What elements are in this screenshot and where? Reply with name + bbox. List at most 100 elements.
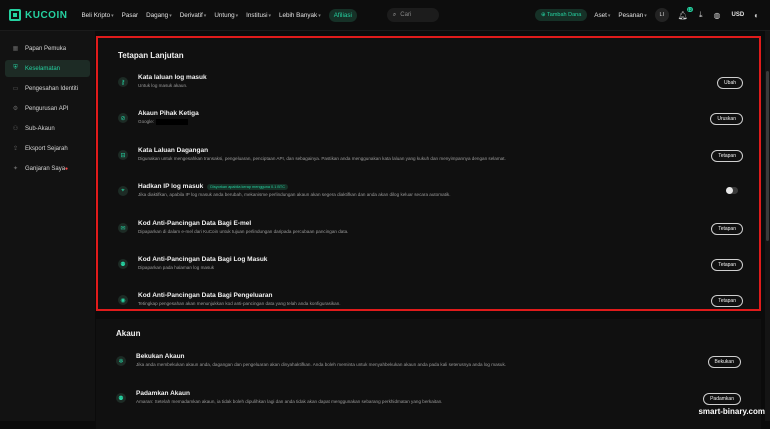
row-title: Kod Anti-Pancingan Data Bagi Log Masuk: [138, 256, 268, 263]
row-desc: Tetingkap pengesahan akan menunjukkan ko…: [138, 301, 341, 306]
account-section: Akaun ❄ Bekukan Akaun Jika anda membekuk…: [96, 319, 761, 429]
settings-row-antiphish-withdraw: ◉ Kod Anti-Pancingan Data Bagi Pengeluar…: [118, 292, 748, 320]
search-icon: ⌕: [392, 11, 397, 18]
row-desc: Dipaparkan di dalam e-mel dari KuCoin un…: [138, 229, 349, 234]
chevron-down-icon: ▾: [203, 12, 207, 19]
chevron-down-icon: ▾: [607, 12, 611, 19]
row-desc: Jika anda membekukan akaun anda, daganga…: [136, 362, 507, 367]
brand-name: KUCOIN: [25, 9, 68, 21]
row-desc: Dipaparkan pada halaman log masuk: [138, 265, 215, 270]
row-desc: Untuk log masuk akaun.: [138, 83, 188, 88]
withdraw-icon: ◉: [118, 295, 128, 305]
scrollbar-thumb[interactable]: [766, 71, 769, 241]
nav-beli-kripto[interactable]: Beli Kripto▾: [81, 12, 113, 19]
row-title: Kata Laluan Dagangan: [138, 147, 209, 154]
download-icon[interactable]: ⤓: [699, 10, 703, 20]
avatar[interactable]: LI: [654, 8, 669, 22]
ip-restrict-toggle[interactable]: [726, 187, 738, 194]
settings-row-freeze: ❄ Bekukan Akaun Jika anda membekukan aka…: [116, 353, 746, 381]
globe-icon[interactable]: ◍: [714, 11, 721, 20]
key-icon: ⚷: [118, 77, 128, 87]
theme-toggle-icon[interactable]: ◐: [754, 11, 759, 20]
sidebar-item-keselamatan[interactable]: ⛨ Keselamatan: [5, 60, 90, 77]
top-navigation: KUCOIN Beli Kripto▾ Pasar Dagang▾ Deriva…: [0, 0, 770, 31]
login-icon: ⚉: [118, 259, 128, 269]
export-icon: ⇪: [12, 146, 19, 152]
sidebar: ▦ Papan Pemuka ⛨ Keselamatan ▭ Pengesaha…: [0, 31, 95, 421]
notification-badge: 12: [686, 6, 693, 12]
users-icon: ⚇: [12, 126, 19, 132]
row-title: Kod Anti-Pancingan Data Bagi Pengeluaran: [138, 292, 273, 299]
nav-aset[interactable]: Aset▾: [594, 12, 610, 19]
padamkan-button[interactable]: Padamkan: [703, 393, 741, 405]
row-title: Kod Anti-Pancingan Data Bagi E-mel: [138, 220, 252, 227]
sidebar-item-pengurusan-api[interactable]: ⚙ Pengurusan API: [5, 100, 90, 117]
bekukan-button[interactable]: Bekukan: [707, 356, 741, 368]
settings-row-trading-password: ⊟ Kata Laluan Dagangan Digunakan untuk m…: [118, 147, 748, 175]
search-input[interactable]: ⌕ Cari: [386, 8, 439, 22]
chevron-down-icon: ▾: [169, 12, 172, 19]
main-content: Tetapan Lanjutan ⚷ Kata laluan log masuk…: [96, 31, 770, 429]
chevron-down-icon: ▾: [644, 12, 647, 19]
settings-row-antiphish-login: ⚉ Kod Anti-Pancingan Data Bagi Log Masuk…: [118, 256, 748, 284]
row-title: Hadkan IP log masuk Disyorkan apabila ker…: [138, 183, 288, 190]
nav-pasar[interactable]: Pasar: [122, 12, 138, 19]
lock-icon: ⊟: [118, 150, 128, 160]
tetapan-button[interactable]: Tetapan: [711, 295, 743, 307]
section-title: Akaun: [116, 329, 141, 338]
row-desc: Digunakan untuk mengesahkan transaksi, p…: [138, 156, 506, 161]
section-title: Tetapan Lanjutan: [118, 51, 184, 60]
row-desc: Google:: [138, 119, 189, 125]
dashboard-icon: ▦: [12, 46, 19, 52]
tetapan-button[interactable]: Tetapan: [711, 150, 743, 162]
recommended-tag: Disyorkan apabila kerap mengguna 0.1 BTC: [207, 184, 288, 190]
deposit-button[interactable]: ⊕ Tambah Dana: [535, 9, 588, 21]
uruskan-button[interactable]: Uruskan: [710, 113, 743, 125]
settings-row-delete: ⚉ Padamkan Akaun Amaran: Setelah memadam…: [116, 390, 746, 418]
link-icon: ⊘: [118, 113, 128, 123]
settings-row-antiphish-email: ✉ Kod Anti-Pancingan Data Bagi E-mel Dip…: [118, 220, 748, 248]
id-icon: ▭: [12, 86, 19, 92]
scrollbar[interactable]: [765, 31, 770, 421]
chevron-down-icon: ▾: [268, 12, 272, 19]
chevron-down-icon: ▾: [235, 12, 239, 19]
sidebar-item-pengesahan-identiti[interactable]: ▭ Pengesahan Identiti: [5, 80, 90, 97]
mail-icon: ✉: [118, 223, 128, 233]
row-desc: Jika diaktifkan, apabila IP log masuk an…: [138, 192, 451, 197]
sidebar-item-ganjaran-saya[interactable]: ✦ Ganjaran Saya ●: [5, 160, 90, 177]
ubah-button[interactable]: Ubah: [717, 77, 743, 89]
sidebar-item-papan-pemuka[interactable]: ▦ Papan Pemuka: [5, 40, 90, 57]
gift-icon: ✦: [12, 166, 19, 172]
settings-row-login-password: ⚷ Kata laluan log masuk Untuk log masuk …: [118, 74, 748, 102]
sidebar-item-eksport-sejarah[interactable]: ⇪ Eksport Sejarah: [5, 140, 90, 157]
chevron-down-icon: ▾: [318, 12, 321, 19]
advanced-settings-section: Tetapan Lanjutan ⚷ Kata laluan log masuk…: [96, 36, 761, 311]
row-title: Padamkan Akaun: [136, 390, 190, 397]
watermark: smart-binary.com: [698, 407, 765, 416]
tetapan-button[interactable]: Tetapan: [711, 259, 743, 271]
settings-row-third-party: ⊘ Akaun Pihak Ketiga Google: Uruskan: [118, 110, 748, 138]
currency-selector[interactable]: USD: [731, 12, 744, 18]
nav-pesanan[interactable]: Pesanan▾: [618, 12, 646, 19]
nav-afiliasi[interactable]: Afiliasi: [328, 8, 357, 22]
nav-dagang[interactable]: Dagang▾: [146, 12, 172, 19]
row-title: Bekukan Akaun: [136, 353, 185, 360]
tetapan-button[interactable]: Tetapan: [711, 223, 743, 235]
redacted-email: [156, 119, 189, 125]
row-desc: Amaran: Setelah memadamkan akaun, ia tid…: [136, 399, 443, 404]
nav-untung[interactable]: Untung▾: [214, 12, 238, 19]
nav-links: Beli Kripto▾ Pasar Dagang▾ Derivatif▾ Un…: [81, 8, 364, 22]
row-title: Akaun Pihak Ketiga: [138, 110, 199, 117]
nav-institusi[interactable]: Institusi▾: [246, 12, 271, 19]
nav-derivatif[interactable]: Derivatif▾: [180, 12, 207, 19]
shield-icon: ⛨: [13, 65, 18, 71]
nav-lebih-banyak[interactable]: Lebih Banyak▾: [279, 12, 321, 19]
location-icon: ⌖: [118, 186, 128, 196]
kucoin-logo[interactable]: KUCOIN: [9, 9, 67, 21]
bell-icon[interactable]: 🔔︎ 12: [678, 6, 693, 20]
kucoin-logo-icon: [9, 9, 21, 21]
freeze-icon: ❄: [116, 356, 126, 366]
delete-user-icon: ⚉: [116, 393, 126, 403]
api-icon: ⚙: [12, 106, 19, 112]
sidebar-item-sub-akaun[interactable]: ⚇ Sub-Akaun: [5, 120, 90, 137]
